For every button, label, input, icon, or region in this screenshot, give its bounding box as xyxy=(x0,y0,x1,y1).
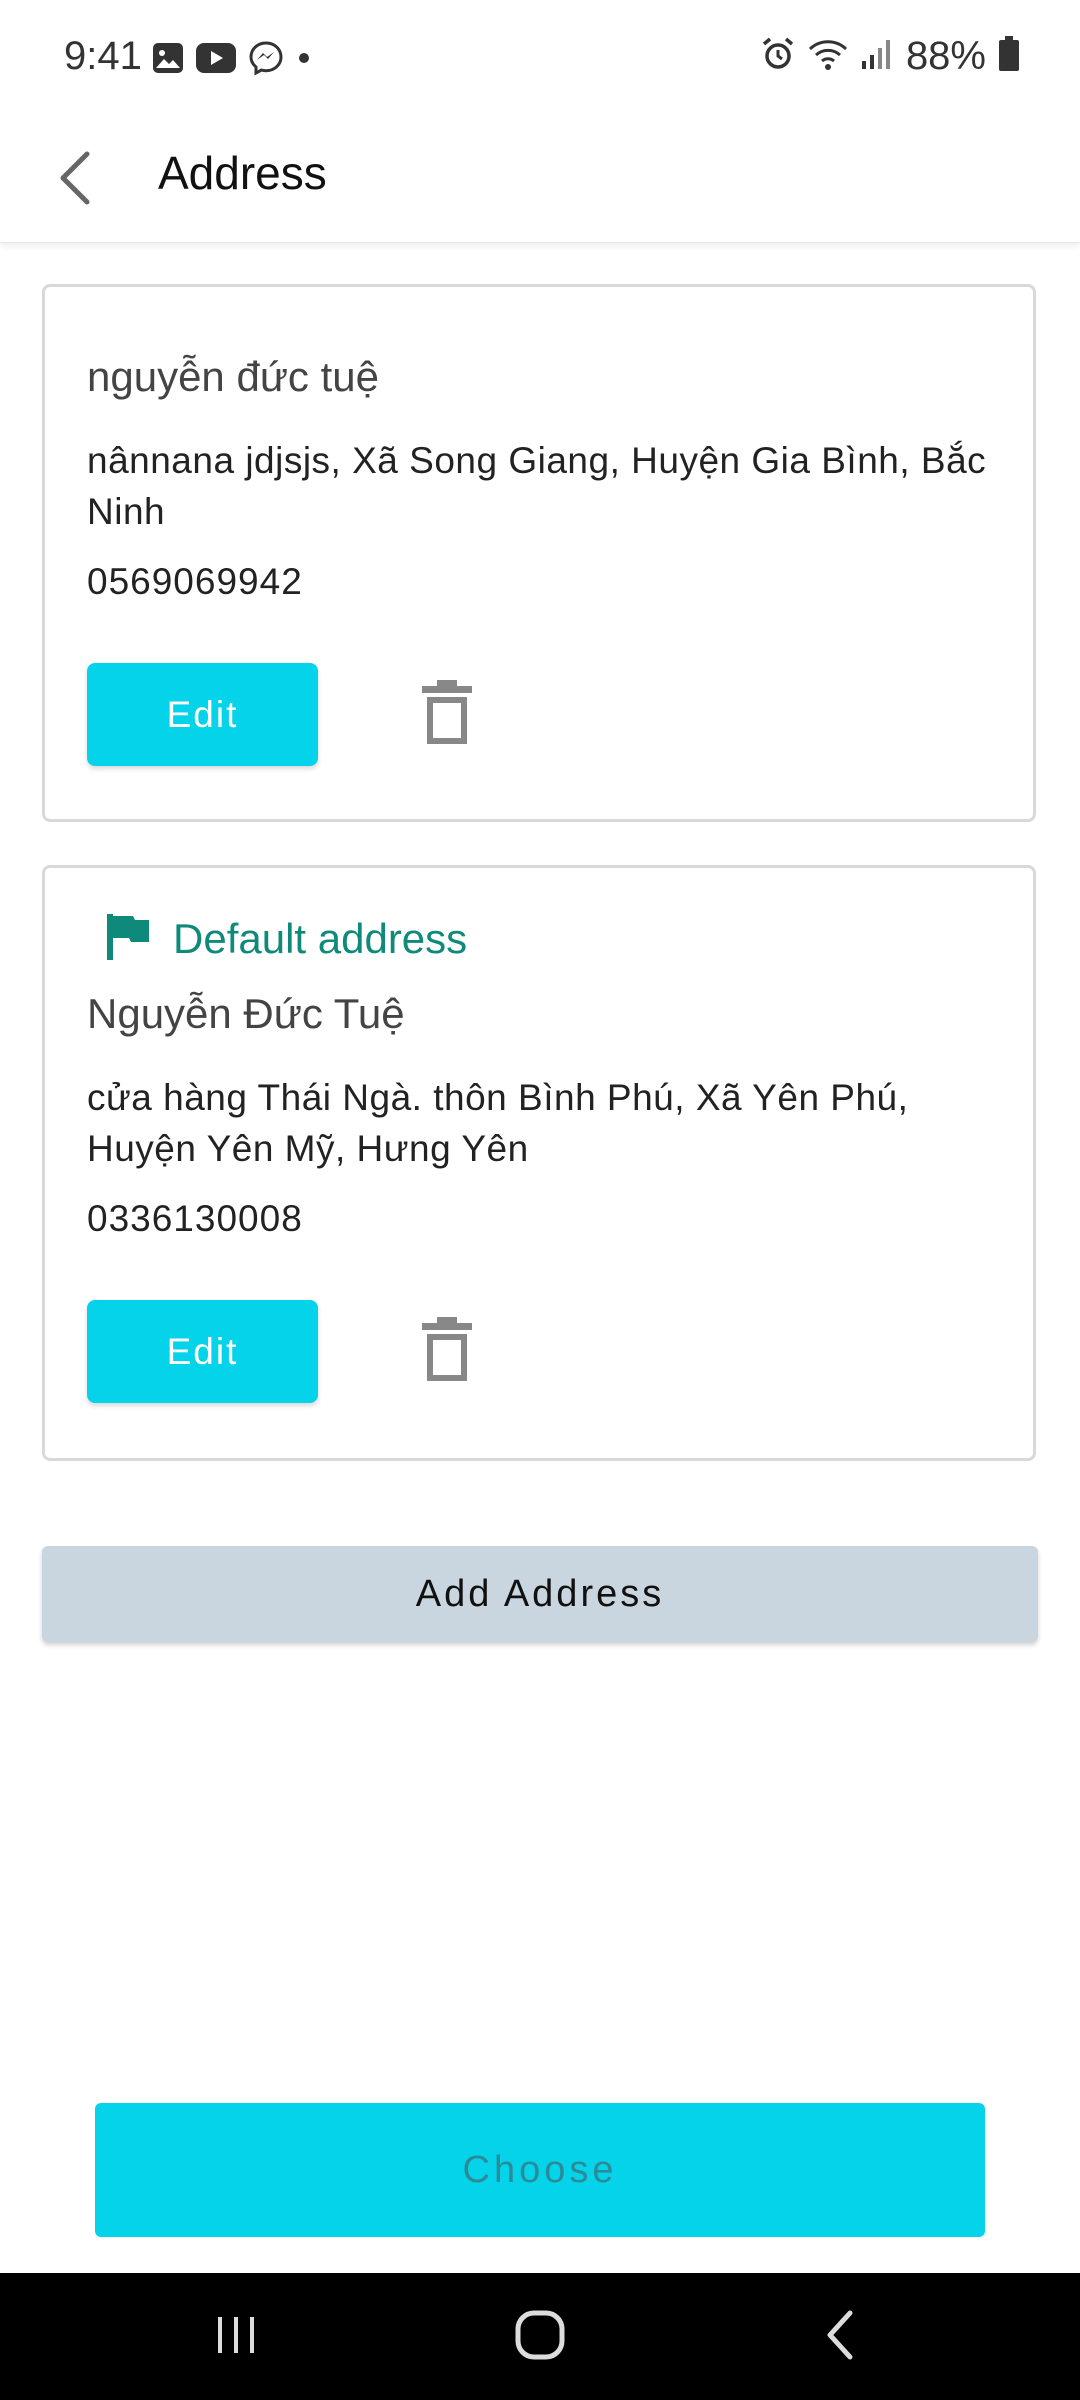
recents-icon xyxy=(214,2313,258,2362)
nav-back-button[interactable] xyxy=(790,2297,890,2377)
status-time: 9:41 xyxy=(64,34,142,78)
address-card-default: Default address Nguyễn Đức Tuệ cửa hàng … xyxy=(42,865,1036,1461)
alarm-icon xyxy=(760,36,796,77)
status-bar: 9:41 88% xyxy=(0,0,1080,118)
edit-button[interactable]: Edit xyxy=(87,663,318,766)
page-title: Address xyxy=(158,147,327,199)
trash-icon xyxy=(420,678,474,751)
home-button[interactable] xyxy=(490,2297,590,2377)
wifi-icon xyxy=(808,37,848,76)
address-text: cửa hàng Thái Ngà. thôn Bình Phú, Xã Yên… xyxy=(87,1077,909,1169)
flag-icon xyxy=(105,912,151,965)
delete-button[interactable] xyxy=(407,1306,487,1396)
recipient-name: Nguyễn Đức Tuệ xyxy=(87,990,405,1037)
chevron-left-icon xyxy=(57,150,93,211)
back-icon xyxy=(822,2309,858,2366)
choose-button[interactable]: Choose xyxy=(95,2103,985,2237)
phone-number: 0569069942 xyxy=(87,561,303,602)
delete-button[interactable] xyxy=(407,669,487,759)
battery-icon xyxy=(998,36,1020,77)
gallery-icon xyxy=(152,42,184,79)
messenger-icon xyxy=(248,40,284,81)
edit-button[interactable]: Edit xyxy=(87,1300,318,1403)
recents-button[interactable] xyxy=(186,2297,286,2377)
phone-number: 0336130008 xyxy=(87,1198,303,1239)
add-address-button[interactable]: Add Address xyxy=(42,1546,1038,1642)
youtube-icon xyxy=(196,43,236,78)
default-address-indicator: Default address xyxy=(105,912,467,965)
battery-percentage: 88% xyxy=(905,34,986,78)
dot-icon xyxy=(296,50,312,71)
home-icon xyxy=(514,2309,566,2366)
address-text: nânnana jdjsjs, Xã Song Giang, Huyện Gia… xyxy=(87,440,987,532)
status-system-icons: 88% xyxy=(760,34,1020,79)
app-bar: Address xyxy=(0,118,1080,243)
status-notification-icons xyxy=(152,40,312,81)
recipient-name: nguyễn đức tuệ xyxy=(87,353,379,400)
address-card: nguyễn đức tuệ nânnana jdjsjs, Xã Song G… xyxy=(42,284,1036,822)
signal-icon xyxy=(860,37,894,76)
trash-icon xyxy=(420,1315,474,1388)
system-navigation-bar xyxy=(0,2273,1080,2400)
default-address-label: Default address xyxy=(173,914,468,962)
back-button[interactable] xyxy=(40,138,110,222)
